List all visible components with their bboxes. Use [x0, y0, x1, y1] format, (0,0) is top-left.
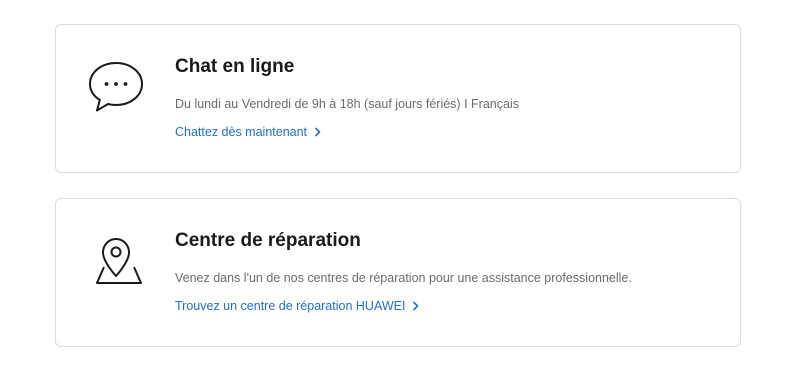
repair-card-description: Venez dans l'un de nos centres de répara… [175, 271, 632, 285]
find-repair-center-link[interactable]: Trouvez un centre de réparation HUAWEI [175, 297, 420, 315]
chevron-right-icon [314, 127, 322, 137]
map-pin-icon [86, 231, 146, 291]
repair-card-body: Centre de réparation Venez dans l'un de … [175, 229, 720, 315]
chat-bubble-icon [86, 57, 146, 117]
chat-card-title: Chat en ligne [175, 56, 295, 77]
repair-card-title: Centre de réparation [175, 230, 361, 251]
chat-now-link-label: Chattez dès maintenant [175, 125, 308, 139]
chat-card-body: Chat en ligne Du lundi au Vendredi de 9h… [175, 55, 720, 141]
chat-card-description: Du lundi au Vendredi de 9h à 18h (sauf j… [175, 97, 519, 111]
repair-center-card: Centre de réparation Venez dans l'un de … [55, 198, 741, 347]
chevron-right-icon [412, 301, 420, 311]
chat-card: Chat en ligne Du lundi au Vendredi de 9h… [55, 24, 741, 173]
find-repair-center-link-label: Trouvez un centre de réparation HUAWEI [175, 299, 406, 313]
chat-now-link[interactable]: Chattez dès maintenant [175, 123, 322, 141]
